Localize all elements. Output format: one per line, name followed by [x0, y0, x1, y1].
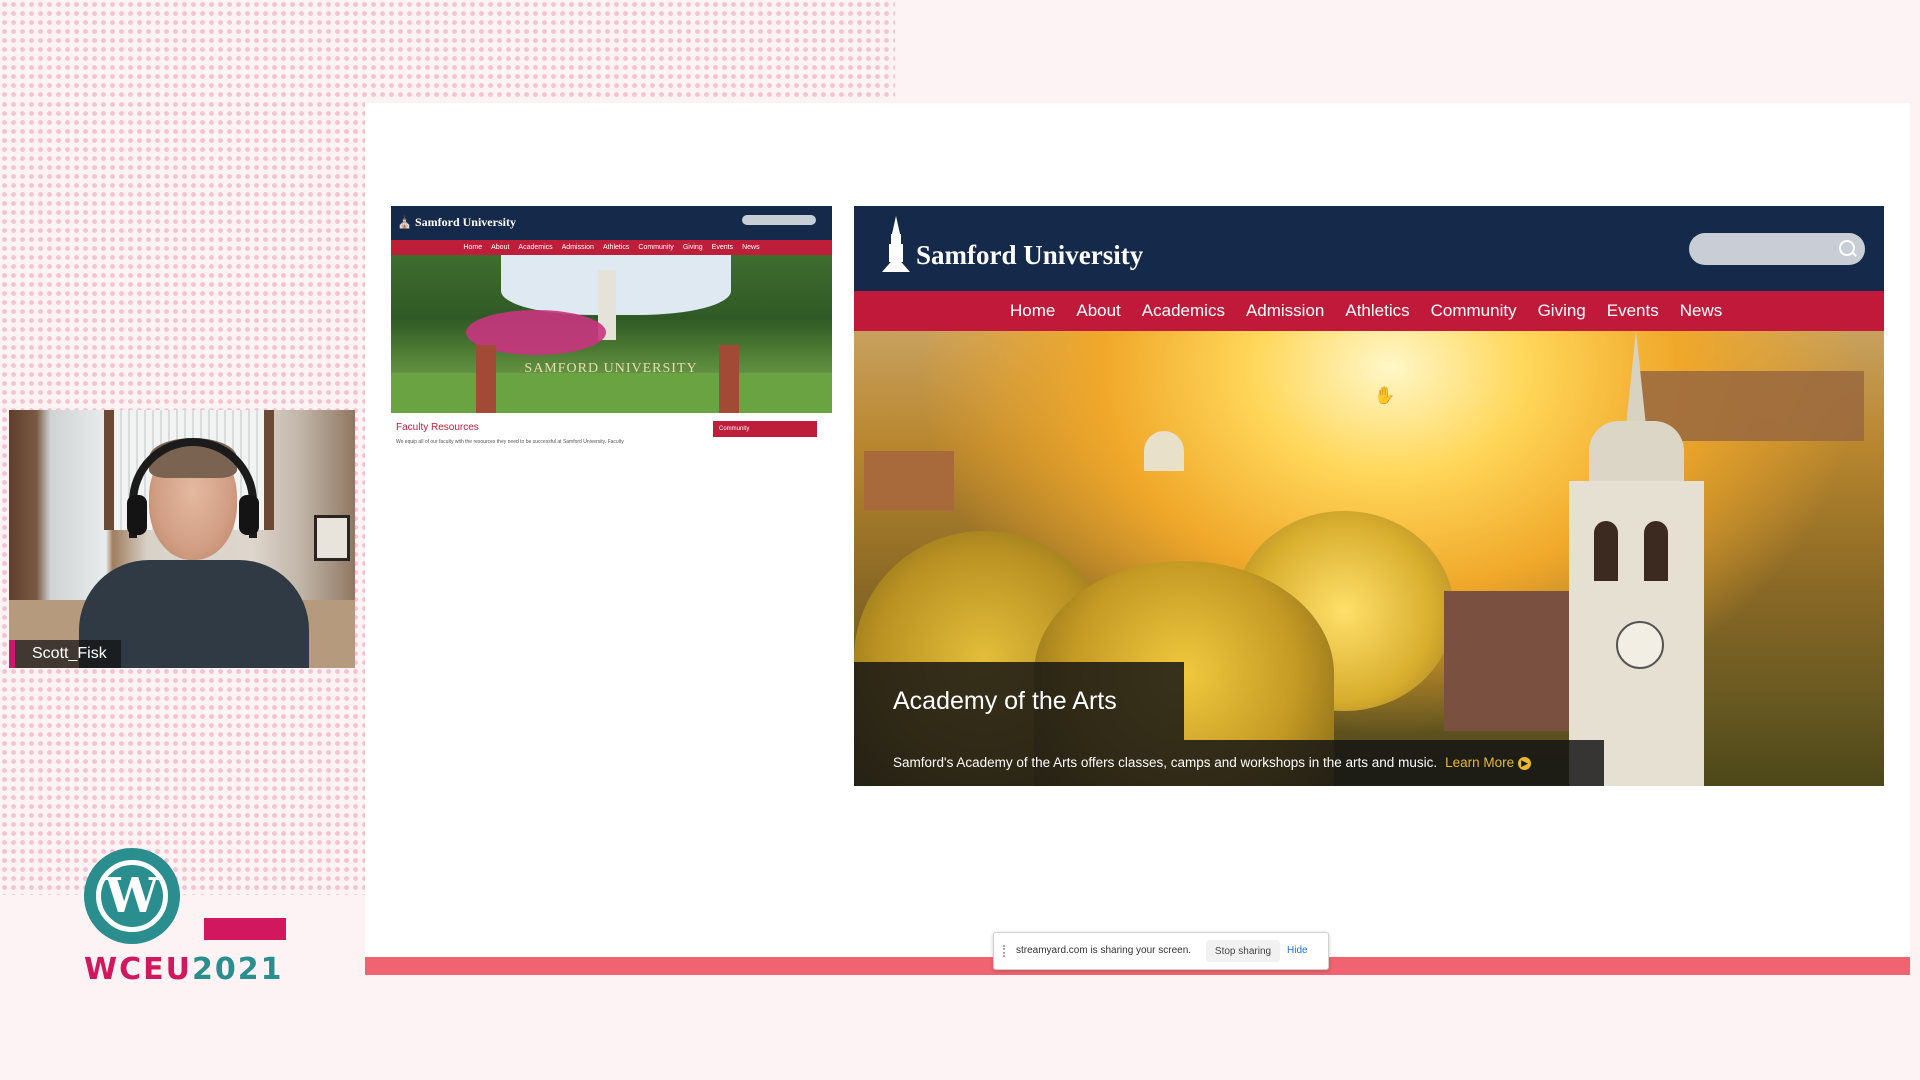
webcam-feed	[9, 410, 355, 668]
small-site-nav: Home About Academics Admission Athletics…	[391, 240, 832, 255]
hide-share-banner-link[interactable]: Hide	[1287, 945, 1308, 956]
small-site-search-input[interactable]	[742, 215, 816, 225]
belfry-arch	[1594, 521, 1618, 581]
logo-accent-bar	[204, 918, 286, 940]
nav-giving[interactable]: Giving	[1538, 291, 1586, 331]
small-nav-athletics[interactable]: Athletics	[603, 240, 629, 255]
wordpress-mark: W	[96, 860, 168, 932]
screen-share-banner: streamyard.com is sharing your screen. S…	[993, 932, 1329, 970]
hero-lawn	[391, 373, 832, 413]
dot-pattern-top	[0, 0, 895, 100]
small-site-header: ⛪ Samford University	[391, 206, 832, 240]
faculty-resources-heading: Faculty Resources	[396, 422, 479, 433]
faculty-resources-description: We equip all of our faculty with the res…	[396, 439, 624, 445]
hero-caption: Samford's Academy of the Arts offers cla…	[854, 740, 1604, 786]
site-brand[interactable]: Samford University	[916, 240, 1143, 271]
learn-more-link[interactable]: Learn More	[1445, 755, 1514, 770]
small-nav-admission[interactable]: Admission	[562, 240, 594, 255]
hero-gate-pillar-left	[476, 345, 496, 413]
wordpress-logo-icon: W	[84, 848, 180, 944]
small-site-mockup: ⛪ Samford University Home About Academic…	[391, 206, 832, 456]
small-nav-giving[interactable]: Giving	[683, 240, 703, 255]
stop-sharing-button[interactable]: Stop sharing	[1206, 940, 1280, 962]
clock-tower-spire	[1626, 331, 1646, 426]
nav-athletics[interactable]: Athletics	[1345, 291, 1409, 331]
site-nav: Home About Academics Admission Athletics…	[854, 291, 1884, 331]
hero-gate-sign: SAMFORD UNIVERSITY	[524, 361, 698, 376]
hero-building-left	[864, 451, 954, 511]
participant-name-label: Scott_Fisk	[9, 640, 121, 668]
event-logo-year: 2021	[191, 952, 284, 987]
wall-picture	[314, 515, 350, 561]
small-nav-academics[interactable]: Academics	[518, 240, 552, 255]
small-nav-home[interactable]: Home	[463, 240, 482, 255]
small-site-content: Faculty Resources We equip all of our fa…	[391, 413, 832, 456]
search-icon[interactable]	[1839, 240, 1855, 256]
hero-dome	[1144, 431, 1184, 471]
hand-cursor-icon: ✋	[1374, 386, 1396, 405]
small-nav-events[interactable]: Events	[712, 240, 733, 255]
headset-ear-right	[239, 495, 259, 535]
play-circle-icon[interactable]: ▶	[1518, 756, 1532, 770]
community-button[interactable]: Community	[713, 421, 817, 437]
nav-academics[interactable]: Academics	[1142, 291, 1225, 331]
small-site-brand: ⛪ Samford University	[397, 215, 516, 229]
small-site-brand-text: Samford University	[414, 215, 516, 229]
small-nav-news[interactable]: News	[742, 240, 760, 255]
hero-caption-title: Academy of the Arts	[854, 662, 1184, 740]
small-site-hero-image: SAMFORD UNIVERSITY	[391, 255, 832, 413]
site-header: Samford University	[854, 206, 1884, 291]
small-nav-community[interactable]: Community	[638, 240, 673, 255]
belfry-arch	[1644, 521, 1668, 581]
nav-events[interactable]: Events	[1607, 291, 1659, 331]
large-site-mockup: Samford University Home About Academics …	[854, 206, 1884, 786]
nav-about[interactable]: About	[1076, 291, 1120, 331]
samford-tower-icon	[882, 216, 910, 272]
hero-gate-pillar-right	[719, 345, 739, 413]
clock-face-icon	[1616, 621, 1664, 669]
nav-community[interactable]: Community	[1431, 291, 1517, 331]
nav-news[interactable]: News	[1680, 291, 1723, 331]
small-nav-about[interactable]: About	[491, 240, 509, 255]
screen-share-message: streamyard.com is sharing your screen.	[1016, 945, 1192, 956]
hero-sky	[501, 255, 731, 315]
headset-ear-left	[127, 495, 147, 535]
nav-home[interactable]: Home	[1010, 291, 1055, 331]
event-logo-wceu: WCEU	[84, 952, 192, 987]
event-logo-text: WCEU2021	[84, 952, 283, 987]
hero-caption-text: Samford's Academy of the Arts offers cla…	[893, 755, 1438, 770]
drag-handle-icon[interactable]	[1003, 945, 1008, 957]
nav-admission[interactable]: Admission	[1246, 291, 1324, 331]
